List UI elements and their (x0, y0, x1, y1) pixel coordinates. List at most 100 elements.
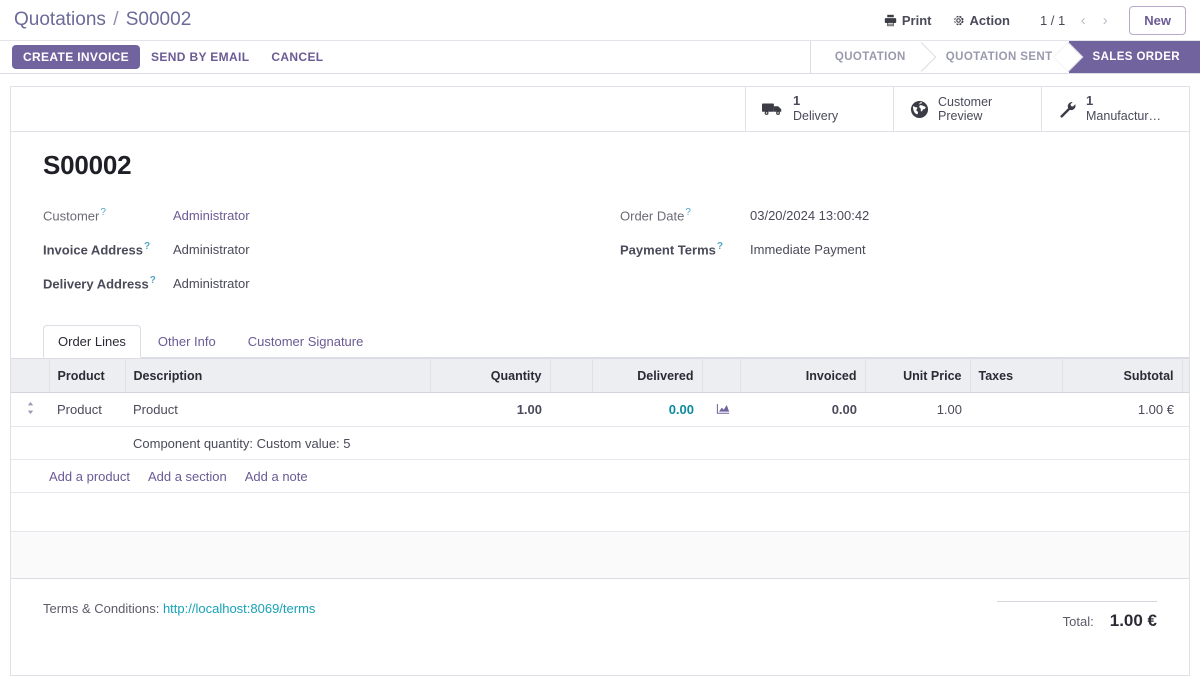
status-stage-sales-order[interactable]: SALES ORDER (1068, 41, 1200, 73)
smart-button-box: 1 Delivery Customer Preview 1 Manufactur… (11, 87, 1189, 132)
wrench-icon (1058, 100, 1077, 119)
form-body: S00002 Customer? Administrator Invoice A… (11, 132, 1189, 309)
page-title: S00002 (43, 150, 132, 180)
tab-other-info[interactable]: Other Info (143, 325, 231, 358)
cancel-button[interactable]: CANCEL (260, 45, 334, 69)
order-line-note[interactable]: Component quantity: Custom value: 5 (125, 426, 1189, 460)
note-handle-spacer (11, 426, 49, 460)
column-subtotal[interactable]: Subtotal (1062, 358, 1183, 393)
control-panel-actions: Print Action 1 / 1 ‹ › New (874, 5, 1186, 35)
smart-button-delivery[interactable]: 1 Delivery (745, 87, 893, 131)
field-grid: Customer? Administrator Invoice Address?… (43, 207, 1157, 309)
row-quantity[interactable]: 1.00 (430, 392, 550, 427)
pager-value: 1 / 1 (1039, 12, 1066, 28)
smart-button-manufacturing-text: 1 Manufactur… (1086, 93, 1161, 123)
order-lines-body: Product Product 1.00 0.00 0.00 1.00 1.00… (11, 392, 1189, 579)
field-delivery-address: Delivery Address? Administrator (43, 275, 580, 309)
new-button[interactable]: New (1129, 5, 1186, 35)
print-button[interactable]: Print (874, 9, 942, 32)
sheet-wrapper: 1 Delivery Customer Preview 1 Manufactur… (0, 74, 1200, 686)
breadcrumb-current: S00002 (125, 9, 192, 30)
column-product[interactable]: Product (49, 358, 126, 393)
add-a-section-link[interactable]: Add a section (148, 469, 227, 484)
totals-separator (997, 601, 1157, 602)
field-customer-label: Customer? (43, 207, 173, 223)
smart-button-delivery-text: 1 Delivery (793, 93, 839, 124)
table-row-note[interactable]: Component quantity: Custom value: 5 (11, 426, 1189, 460)
action-button[interactable]: Action (942, 9, 1020, 32)
field-order-date: Order Date? 03/20/2024 13:00:42 (620, 207, 1157, 241)
tab-customer-signature[interactable]: Customer Signature (233, 325, 379, 358)
row-quantity-spacer (550, 392, 592, 427)
row-unit-price[interactable]: 1.00 (865, 392, 970, 427)
status-stage-quotation-label: QUOTATION (834, 51, 906, 63)
field-column-left: Customer? Administrator Invoice Address?… (43, 207, 580, 309)
column-description[interactable]: Description (125, 358, 431, 393)
smart-button-manufacturing[interactable]: 1 Manufactur… (1041, 87, 1189, 131)
field-invoice-address-value[interactable]: Administrator (173, 242, 250, 257)
row-product[interactable]: Product (49, 392, 125, 427)
row-drag-handle-icon[interactable] (11, 392, 49, 427)
breadcrumb: Quotations / S00002 (14, 9, 191, 31)
column-delivered-spacer (702, 358, 741, 393)
pager-next-icon[interactable]: › (1095, 9, 1115, 31)
row-delivered[interactable]: 0.00 (669, 402, 694, 417)
field-payment-terms-label: Payment Terms? (620, 241, 750, 257)
field-delivery-address-value[interactable]: Administrator (173, 276, 250, 291)
column-delivered[interactable]: Delivered (592, 358, 703, 393)
column-invoiced[interactable]: Invoiced (740, 358, 866, 393)
total-label: Total: (1062, 614, 1094, 629)
manufacturing-count: 1 (1086, 93, 1094, 109)
globe-icon (910, 100, 929, 119)
delivery-label: Delivery (793, 109, 839, 124)
field-invoice-address-help-icon[interactable]: ? (144, 241, 150, 252)
field-payment-terms: Payment Terms? Immediate Payment (620, 241, 1157, 275)
column-unit-price[interactable]: Unit Price (865, 358, 971, 393)
notebook: Order Lines Other Info Customer Signatur… (11, 325, 1189, 358)
gear-icon (952, 14, 965, 27)
column-quantity[interactable]: Quantity (430, 358, 551, 393)
table-row[interactable]: Product Product 1.00 0.00 0.00 1.00 1.00… (11, 392, 1189, 427)
terms-url-link[interactable]: http://localhost:8069/terms (163, 601, 315, 616)
breadcrumb-separator: / (113, 9, 119, 30)
field-customer-value[interactable]: Administrator (173, 208, 250, 223)
table-filler-row-grey (11, 531, 1189, 579)
field-delivery-address-help-icon[interactable]: ? (150, 275, 156, 286)
order-footer: Terms & Conditions: http://localhost:806… (11, 579, 1189, 631)
status-stage-quotation[interactable]: QUOTATION (810, 41, 922, 73)
field-invoice-address: Invoice Address? Administrator (43, 241, 580, 275)
note-product-spacer (49, 426, 125, 460)
control-panel: Quotations / S00002 Print Action 1 / 1 ‹… (0, 0, 1200, 40)
field-order-date-help-icon[interactable]: ? (685, 207, 691, 218)
column-options-icon[interactable] (1182, 358, 1189, 393)
table-filler-white-cell (11, 492, 1189, 532)
field-payment-terms-value[interactable]: Immediate Payment (750, 242, 866, 257)
field-payment-terms-help-icon[interactable]: ? (717, 241, 723, 252)
total-row: Total: 1.00 € (997, 611, 1157, 631)
add-links: Add a product Add a section Add a note (19, 469, 1189, 484)
field-customer-help-icon[interactable]: ? (100, 207, 106, 218)
breadcrumb-root[interactable]: Quotations (14, 9, 106, 30)
row-taxes[interactable] (970, 392, 1062, 427)
row-description[interactable]: Product (125, 392, 430, 427)
field-order-date-value[interactable]: 03/20/2024 13:00:42 (750, 208, 869, 223)
printer-icon (884, 14, 897, 27)
add-a-product-link[interactable]: Add a product (49, 469, 130, 484)
truck-icon (762, 101, 784, 117)
create-invoice-button[interactable]: CREATE INVOICE (12, 45, 141, 69)
smart-button-customer-preview[interactable]: Customer Preview (893, 87, 1041, 131)
terms-and-conditions: Terms & Conditions: http://localhost:806… (43, 601, 315, 616)
table-filler-grey-cell (11, 531, 1189, 579)
column-taxes[interactable]: Taxes (970, 358, 1063, 393)
field-delivery-address-label: Delivery Address? (43, 275, 173, 291)
statusbar-buttons: CREATE INVOICE SEND BY EMAIL CANCEL (0, 41, 334, 73)
row-invoiced[interactable]: 0.00 (740, 392, 865, 427)
add-a-note-link[interactable]: Add a note (245, 469, 308, 484)
field-invoice-address-label: Invoice Address? (43, 241, 173, 257)
pager-previous-icon[interactable]: ‹ (1073, 9, 1093, 31)
status-stage-quotation-sent[interactable]: QUOTATION SENT (921, 41, 1069, 73)
forecast-report-icon[interactable] (716, 403, 730, 418)
tab-order-lines[interactable]: Order Lines (43, 325, 141, 358)
send-by-email-button[interactable]: SEND BY EMAIL (140, 45, 260, 69)
row-delivered-cell: 0.00 (592, 392, 702, 427)
